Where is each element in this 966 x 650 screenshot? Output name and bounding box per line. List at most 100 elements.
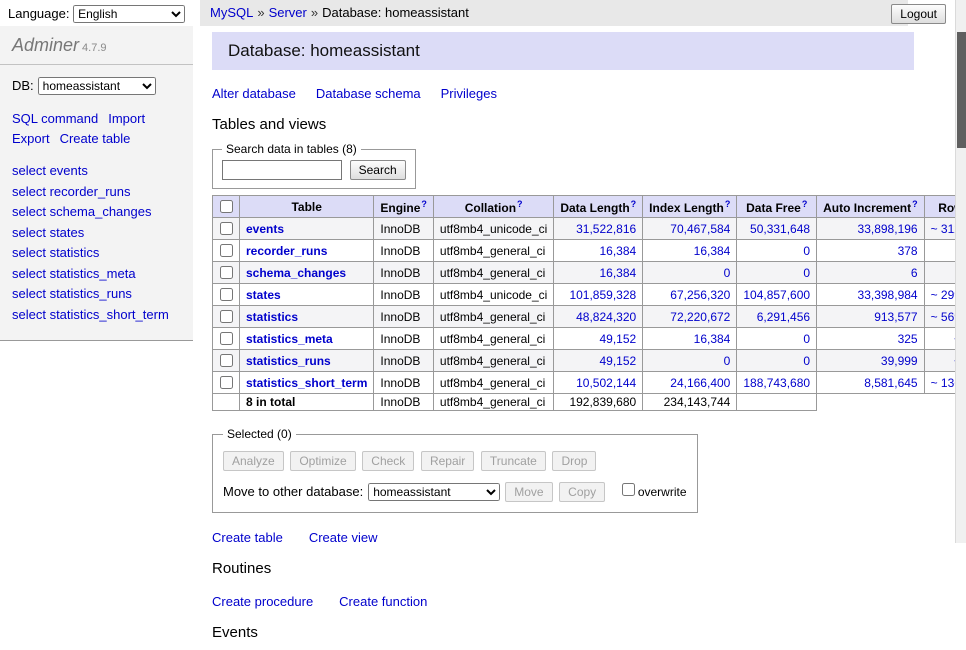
index-length-link[interactable]: 72,220,672 xyxy=(670,310,730,324)
data-free-link[interactable]: 0 xyxy=(803,244,810,258)
breadcrumb-link-mysql[interactable]: MySQL xyxy=(210,5,253,20)
auto-increment-link[interactable]: 33,898,196 xyxy=(858,222,918,236)
table-name-cell: statistics_meta xyxy=(240,328,374,350)
data-length-link[interactable]: 49,152 xyxy=(599,332,636,346)
index-length-link[interactable]: 0 xyxy=(724,354,731,368)
sidebar-link-create-table[interactable]: Create table xyxy=(60,131,131,146)
check-button[interactable]: Check xyxy=(362,451,414,471)
sidebar-item-select-states[interactable]: select states xyxy=(12,225,84,240)
scrollbar-thumb[interactable] xyxy=(957,32,966,148)
help-icon[interactable]: ? xyxy=(802,199,808,209)
db-select[interactable]: homeassistant xyxy=(38,77,156,95)
row-checkbox[interactable] xyxy=(220,376,233,389)
breadcrumb-current: Database: homeassistant xyxy=(322,5,469,20)
table-link[interactable]: schema_changes xyxy=(246,266,346,280)
data-length-link[interactable]: 16,384 xyxy=(599,266,636,280)
table-link[interactable]: statistics xyxy=(246,310,298,324)
index-length-link[interactable]: 16,384 xyxy=(694,332,731,346)
main-content: Database: homeassistant Alter databaseDa… xyxy=(212,32,914,650)
breadcrumb-link-server[interactable]: Server xyxy=(269,5,307,20)
sidebar-item-select-statistics-short-term[interactable]: select statistics_short_term xyxy=(12,307,169,322)
index-length-link[interactable]: 67,256,320 xyxy=(670,288,730,302)
table-link[interactable]: states xyxy=(246,288,281,302)
index-length-link[interactable]: 16,384 xyxy=(694,244,731,258)
vertical-scrollbar[interactable] xyxy=(955,0,966,543)
row-checkbox[interactable] xyxy=(220,222,233,235)
table-total-row: 8 in total InnoDB utf8mb4_general_ci 192… xyxy=(213,394,966,411)
data-free-link[interactable]: 0 xyxy=(803,266,810,280)
engine-cell: InnoDB xyxy=(374,262,434,284)
index-length-link[interactable]: 70,467,584 xyxy=(670,222,730,236)
table-link[interactable]: statistics_runs xyxy=(246,354,331,368)
privileges-link[interactable]: Privileges xyxy=(441,86,497,101)
table-name-cell: recorder_runs xyxy=(240,240,374,262)
row-checkbox[interactable] xyxy=(220,288,233,301)
help-icon[interactable]: ? xyxy=(631,199,637,209)
database-schema-link[interactable]: Database schema xyxy=(316,86,421,101)
drop-button[interactable]: Drop xyxy=(552,451,596,471)
search-input[interactable] xyxy=(222,160,342,180)
row-checkbox[interactable] xyxy=(220,244,233,257)
auto-increment-link[interactable]: 8,581,645 xyxy=(864,376,917,390)
repair-button[interactable]: Repair xyxy=(421,451,474,471)
copy-button[interactable]: Copy xyxy=(559,482,605,502)
sidebar-item-select-recorder-runs[interactable]: select recorder_runs xyxy=(12,184,131,199)
table-link[interactable]: statistics_meta xyxy=(246,332,333,346)
auto-increment-link[interactable]: 39,999 xyxy=(881,354,918,368)
help-icon[interactable]: ? xyxy=(725,199,731,209)
sidebar-item-select-schema-changes[interactable]: select schema_changes xyxy=(12,204,151,219)
create-function-link[interactable]: Create function xyxy=(339,594,427,609)
help-icon[interactable]: ? xyxy=(421,199,427,209)
row-checkbox[interactable] xyxy=(220,354,233,367)
truncate-button[interactable]: Truncate xyxy=(481,451,546,471)
sidebar-item-select-events[interactable]: select events xyxy=(12,163,88,178)
sidebar-item-select-statistics[interactable]: select statistics xyxy=(12,245,99,260)
help-icon[interactable]: ? xyxy=(912,199,918,209)
analyze-button[interactable]: Analyze xyxy=(223,451,284,471)
language-select[interactable]: English xyxy=(73,5,185,23)
overwrite-checkbox[interactable] xyxy=(622,483,635,496)
search-button[interactable]: Search xyxy=(350,160,406,180)
sidebar-item-select-statistics-meta[interactable]: select statistics_meta xyxy=(12,266,136,281)
auto-increment-link[interactable]: 325 xyxy=(898,332,918,346)
data-free-link[interactable]: 6,291,456 xyxy=(757,310,810,324)
create-procedure-link[interactable]: Create procedure xyxy=(212,594,313,609)
auto-increment-link[interactable]: 378 xyxy=(898,244,918,258)
data-length-link[interactable]: 31,522,816 xyxy=(576,222,636,236)
data-length-link[interactable]: 49,152 xyxy=(599,354,636,368)
help-icon[interactable]: ? xyxy=(517,199,523,209)
select-all-checkbox[interactable] xyxy=(220,200,233,213)
row-checkbox[interactable] xyxy=(220,266,233,279)
data-free-link[interactable]: 104,857,600 xyxy=(743,288,810,302)
sidebar-link-export[interactable]: Export xyxy=(12,131,50,146)
data-free-link[interactable]: 50,331,648 xyxy=(750,222,810,236)
data-free-link[interactable]: 0 xyxy=(803,354,810,368)
table-link[interactable]: events xyxy=(246,222,284,236)
data-length-link[interactable]: 101,859,328 xyxy=(569,288,636,302)
row-checkbox[interactable] xyxy=(220,310,233,323)
data-length-link[interactable]: 48,824,320 xyxy=(576,310,636,324)
sidebar-item-select-statistics-runs[interactable]: select statistics_runs xyxy=(12,286,132,301)
table-header-row: Table Engine? Collation? Data Length? In… xyxy=(213,196,966,218)
alter-database-link[interactable]: Alter database xyxy=(212,86,296,101)
data-free-link[interactable]: 0 xyxy=(803,332,810,346)
sidebar-link-import[interactable]: Import xyxy=(108,111,145,126)
auto-increment-link[interactable]: 913,577 xyxy=(874,310,917,324)
sidebar-link-sql-command[interactable]: SQL command xyxy=(12,111,98,126)
col-header-auto-increment: Auto Increment? xyxy=(817,196,925,218)
data-length-link[interactable]: 10,502,144 xyxy=(576,376,636,390)
move-button[interactable]: Move xyxy=(505,482,552,502)
data-length-link[interactable]: 16,384 xyxy=(599,244,636,258)
row-checkbox[interactable] xyxy=(220,332,233,345)
index-length-link[interactable]: 24,166,400 xyxy=(670,376,730,390)
table-link[interactable]: statistics_short_term xyxy=(246,376,367,390)
data-free-link[interactable]: 188,743,680 xyxy=(743,376,810,390)
table-link[interactable]: recorder_runs xyxy=(246,244,327,258)
auto-increment-link[interactable]: 33,398,984 xyxy=(858,288,918,302)
auto-increment-link[interactable]: 6 xyxy=(911,266,918,280)
app-name[interactable]: Adminer xyxy=(12,35,79,55)
optimize-button[interactable]: Optimize xyxy=(290,451,355,471)
logout-button[interactable]: Logout xyxy=(891,4,946,24)
index-length-link[interactable]: 0 xyxy=(724,266,731,280)
move-db-select[interactable]: homeassistant xyxy=(368,483,500,501)
